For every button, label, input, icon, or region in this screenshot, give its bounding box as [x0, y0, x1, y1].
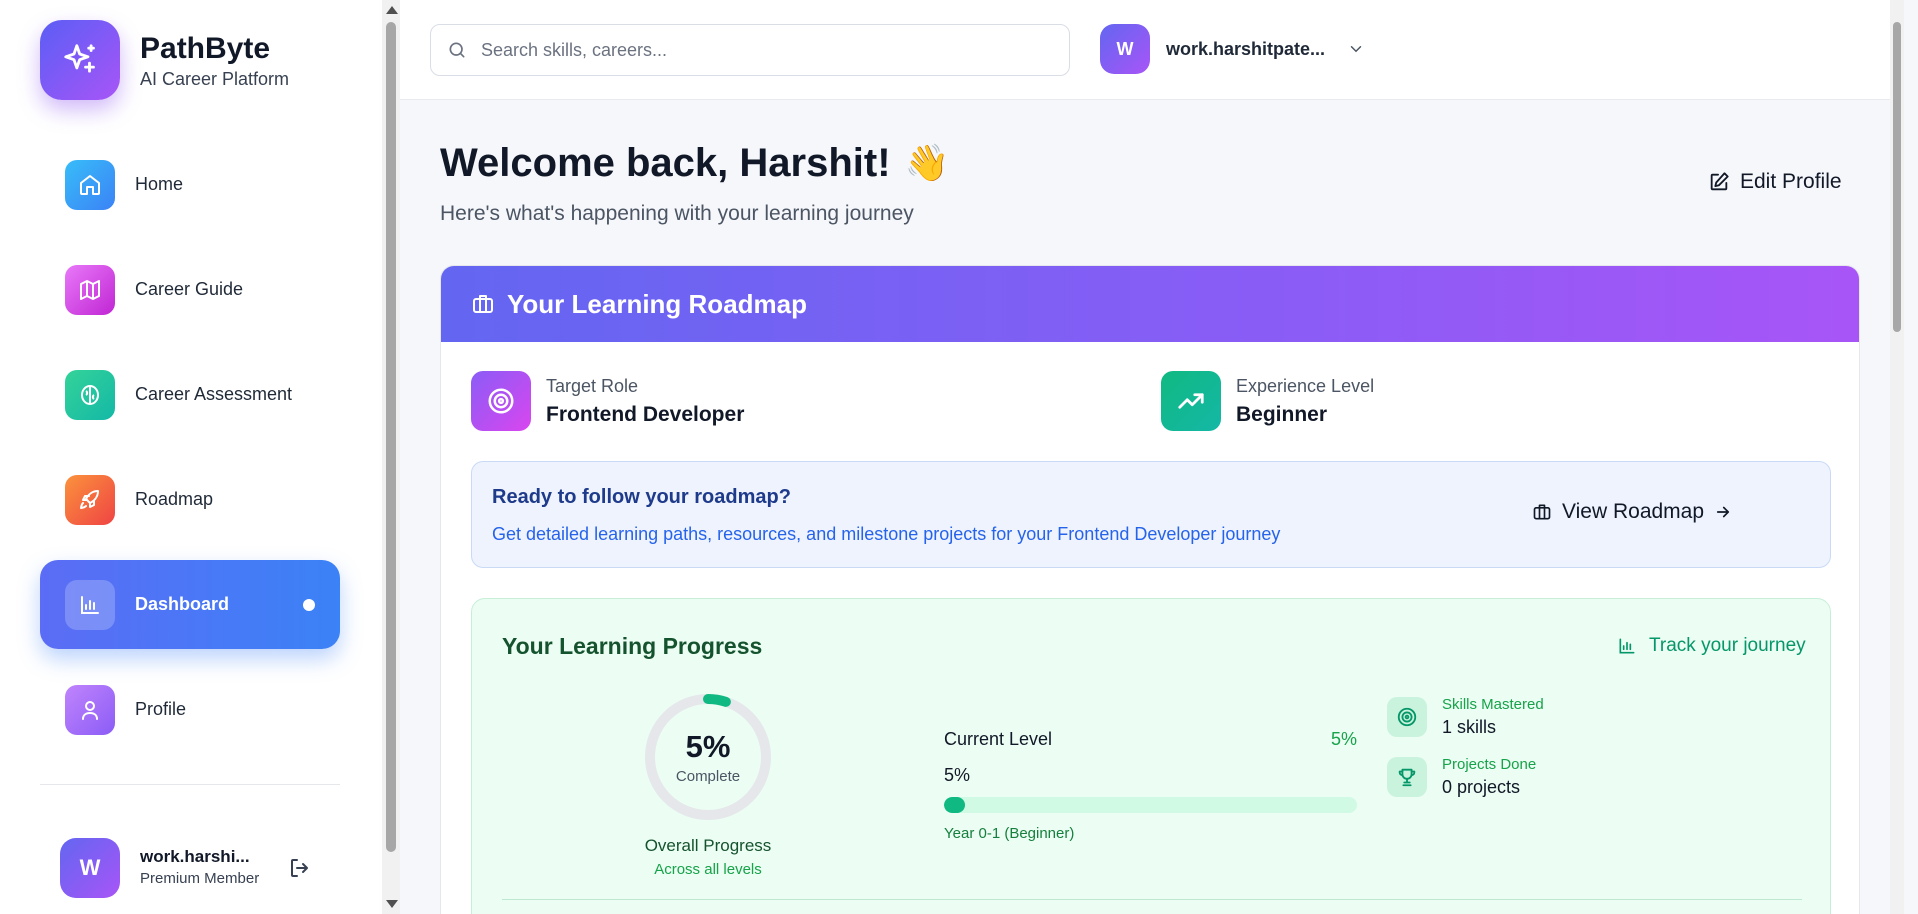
current-level-label: Current Level — [944, 729, 1053, 749]
main-content: W work.harshitpate... Welcome back, Hars… — [400, 0, 1904, 914]
roadmap-title: Your Learning Roadmap — [507, 288, 807, 319]
edit-icon — [1710, 172, 1729, 191]
roadmap-card: Your Learning Roadmap Target Role Fronte… — [440, 265, 1860, 914]
sidebar-divider — [40, 784, 340, 785]
roadmap-cta: Ready to follow your roadmap? Get detail… — [471, 461, 1831, 568]
target-icon — [471, 371, 531, 431]
brand-subtitle: AI Career Platform — [140, 68, 290, 89]
skills-mastered-value: 1 skills — [1442, 717, 1497, 737]
briefcase-icon — [1533, 504, 1551, 520]
target-role-label: Target Role — [546, 375, 639, 396]
trending-up-icon — [1161, 371, 1221, 431]
scroll-up-arrow[interactable] — [386, 6, 398, 14]
avatar[interactable]: W — [60, 838, 120, 898]
home-icon — [65, 159, 115, 210]
learning-progress-card: Your Learning Progress Track your journe… — [471, 598, 1831, 914]
edit-profile-button[interactable]: Edit Profile — [1708, 170, 1842, 194]
projects-done-label: Projects Done — [1442, 756, 1537, 773]
main-scrollbar[interactable] — [1890, 0, 1904, 914]
rocket-icon — [65, 474, 115, 525]
search-input[interactable] — [481, 39, 1041, 61]
briefcase-icon — [473, 295, 493, 313]
user-card[interactable]: W work.harshi... Premium Member — [60, 838, 308, 898]
roadmap-header: Your Learning Roadmap — [441, 266, 1859, 342]
topbar: W work.harshitpate... — [400, 0, 1904, 100]
map-icon — [65, 264, 115, 315]
cta-title: Ready to follow your roadmap? — [492, 486, 791, 508]
sidebar-item-label: Roadmap — [135, 489, 214, 509]
sparkles-icon — [40, 20, 120, 100]
sidebar-nav: Home Career Guide Career Assessment Road… — [40, 140, 340, 770]
trophy-icon — [1387, 757, 1427, 797]
sidebar-item-label: Career Assessment — [135, 384, 293, 404]
target-role-value: Frontend Developer — [546, 402, 745, 426]
user-icon — [65, 684, 115, 735]
projects-done-value: 0 projects — [1442, 777, 1521, 797]
sidebar-item-career-assessment[interactable]: Career Assessment — [40, 350, 340, 439]
skills-mastered: Skills Mastered 1 skills — [1387, 696, 1544, 738]
page-title: Welcome back, Harshit! 👋 — [440, 140, 949, 186]
account-menu[interactable]: W work.harshitpate... — [1100, 24, 1365, 74]
search-box[interactable] — [430, 24, 1070, 76]
overall-complete-label: Complete — [675, 768, 741, 785]
experience-value: Beginner — [1236, 402, 1328, 426]
scroll-down-arrow[interactable] — [386, 900, 398, 908]
projects-done: Projects Done 0 projects — [1387, 756, 1536, 798]
progress-divider — [502, 899, 1802, 900]
level-year: Year 0-1 (Beginner) — [944, 825, 1075, 842]
sidebar-item-career-guide[interactable]: Career Guide — [40, 245, 340, 334]
welcome-title-text: Welcome back, Harshit! — [440, 141, 891, 185]
account-name: work.harshitpate... — [1166, 38, 1326, 59]
user-role: Premium Member — [140, 870, 260, 887]
progress-title: Your Learning Progress — [502, 633, 763, 659]
bar-chart-icon — [1619, 638, 1635, 654]
sidebar-item-roadmap[interactable]: Roadmap — [40, 455, 340, 544]
active-indicator — [303, 599, 315, 611]
target-role: Target Role Frontend Developer — [471, 371, 744, 431]
sidebar-item-label: Home — [135, 174, 184, 194]
experience-level: Experience Level Beginner — [1161, 371, 1374, 431]
view-roadmap-button[interactable]: View Roadmap — [1532, 500, 1732, 524]
sidebar-item-profile[interactable]: Profile — [40, 665, 340, 754]
current-level-bar — [944, 797, 1357, 813]
page-subtitle: Here's what's happening with your learni… — [440, 202, 914, 225]
sidebar-item-label: Career Guide — [135, 279, 244, 299]
brand-name: PathByte — [140, 31, 271, 65]
brand[interactable]: PathByte AI Career Platform — [40, 20, 289, 100]
sidebar-item-dashboard[interactable]: Dashboard — [40, 560, 340, 649]
sidebar-item-label: Dashboard — [135, 594, 230, 614]
welcome-section: Welcome back, Harshit! 👋 Here's what's h… — [440, 140, 949, 226]
avatar[interactable]: W — [1100, 24, 1150, 74]
view-roadmap-label: View Roadmap — [1562, 500, 1705, 523]
edit-profile-label: Edit Profile — [1740, 170, 1842, 193]
logout-icon[interactable] — [288, 856, 312, 880]
overall-progress-sub: Across all levels — [654, 861, 762, 878]
sidebar-scroll-thumb[interactable] — [386, 22, 396, 852]
target-icon — [1387, 697, 1427, 737]
cta-description: Get detailed learning paths, resources, … — [492, 524, 1281, 544]
brain-icon — [65, 369, 115, 420]
sidebar-item-home[interactable]: Home — [40, 140, 340, 229]
track-journey-link[interactable]: Track your journey — [1617, 635, 1806, 657]
main-scroll-thumb[interactable] — [1893, 22, 1901, 332]
overall-progress-label: Overall Progress — [644, 836, 772, 855]
search-icon — [449, 42, 465, 58]
current-level-bar-fill — [944, 797, 965, 813]
arrow-right-icon — [1716, 506, 1730, 518]
user-name: work.harshi... — [140, 847, 250, 866]
skills-mastered-label: Skills Mastered — [1442, 696, 1544, 713]
bar-chart-icon — [65, 579, 115, 630]
sidebar-scrollbar[interactable] — [382, 0, 400, 914]
track-journey-label: Track your journey — [1649, 635, 1806, 656]
current-level-percent: 5% — [944, 765, 971, 785]
wave-emoji: 👋 — [904, 142, 950, 183]
current-level-percent-right: 5% — [1330, 729, 1357, 749]
sidebar: PathByte AI Career Platform Home Career … — [0, 0, 382, 914]
sidebar-item-label: Profile — [135, 699, 187, 719]
chevron-down-icon[interactable] — [1347, 40, 1365, 58]
experience-label: Experience Level — [1236, 375, 1375, 396]
overall-percent: 5% — [685, 729, 731, 764]
